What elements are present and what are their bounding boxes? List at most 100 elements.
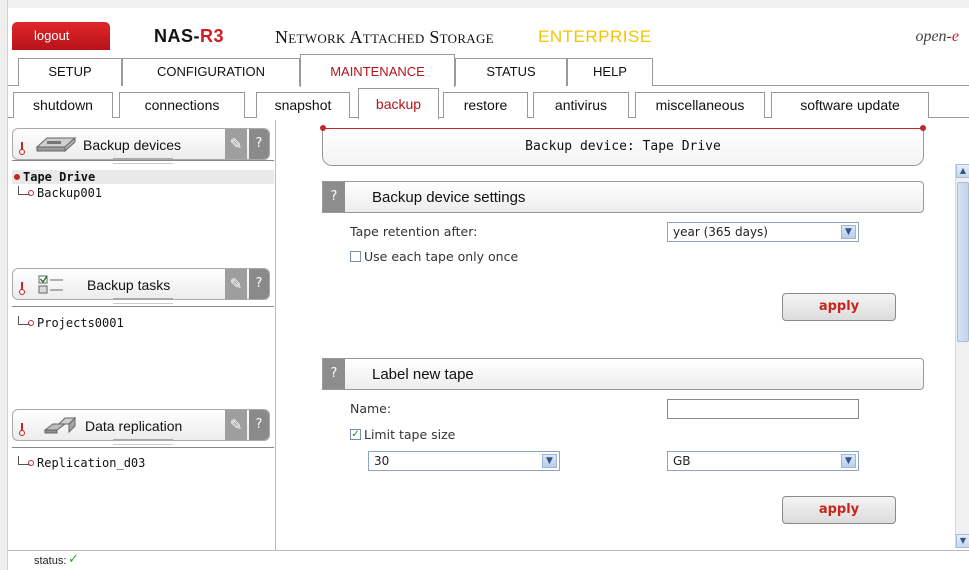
unit-value: GB bbox=[673, 454, 691, 468]
replication-icon bbox=[43, 416, 77, 434]
resize-grip[interactable] bbox=[113, 298, 173, 304]
device-title: Backup device: Tape Drive bbox=[525, 139, 721, 154]
subtab-miscellaneous[interactable]: miscellaneous bbox=[635, 92, 765, 118]
retention-label: Tape retention after: bbox=[350, 224, 478, 239]
once-label: Use each tape only once bbox=[364, 249, 519, 264]
tab-configuration[interactable]: CONFIGURATION bbox=[122, 58, 300, 86]
data-replication-header[interactable]: Data replication ✎ ? bbox=[12, 409, 270, 445]
tree-item-label: Projects0001 bbox=[37, 316, 124, 330]
subtab-connections[interactable]: connections bbox=[119, 92, 245, 118]
backup-tasks-title: Backup tasks bbox=[87, 277, 171, 293]
settings-apply-button[interactable]: apply bbox=[782, 293, 896, 321]
vertical-scrollbar[interactable]: ▲ ▼ bbox=[955, 164, 969, 548]
label-panel-header: ? Label new tape bbox=[322, 358, 924, 390]
chevron-down-icon: ▼ bbox=[841, 454, 856, 468]
help-icon[interactable]: ? bbox=[323, 182, 345, 212]
status-label: status: bbox=[34, 555, 67, 567]
main-tabs: SETUP CONFIGURATION MAINTENANCE STATUS H… bbox=[8, 54, 969, 87]
tree-item-projects0001[interactable]: Projects0001 bbox=[18, 316, 124, 330]
tree-item-backup001[interactable]: Backup001 bbox=[18, 186, 102, 200]
subtab-antivirus[interactable]: antivirus bbox=[533, 92, 629, 118]
pin-icon bbox=[19, 282, 25, 295]
top-gutter bbox=[0, 0, 969, 8]
size-select[interactable]: 30 ▼ bbox=[368, 451, 560, 471]
product-edition: ENTERPRISE bbox=[538, 27, 652, 46]
label-apply-button[interactable]: apply bbox=[782, 496, 896, 524]
node-dot-icon bbox=[28, 190, 34, 196]
scroll-up-icon[interactable]: ▲ bbox=[956, 164, 969, 178]
sub-tabs: shutdown connections snapshot backup res… bbox=[8, 86, 969, 119]
tape-drive-icon bbox=[35, 136, 77, 153]
left-panel: Backup devices ✎ ? Tape Drive Backup001 … bbox=[8, 120, 276, 550]
corner-dot bbox=[320, 125, 326, 131]
subtab-software-update[interactable]: software update bbox=[771, 92, 929, 118]
tree-item-label: Backup001 bbox=[37, 186, 103, 200]
settings-panel-header: ? Backup device settings bbox=[322, 181, 924, 213]
name-input[interactable] bbox=[667, 399, 859, 419]
help-icon[interactable]: ? bbox=[249, 269, 269, 299]
wrench-icon[interactable]: ✎ bbox=[225, 410, 247, 440]
help-icon[interactable]: ? bbox=[323, 359, 345, 389]
header-accent-line bbox=[323, 128, 923, 129]
resize-grip[interactable] bbox=[113, 439, 173, 445]
tasks-icon bbox=[38, 275, 63, 294]
tab-maintenance[interactable]: MAINTENANCE bbox=[300, 54, 455, 87]
subtab-restore[interactable]: restore bbox=[443, 92, 528, 118]
scroll-down-icon[interactable]: ▼ bbox=[956, 534, 969, 548]
corner-dot bbox=[920, 125, 926, 131]
status-bar: status: ✓ bbox=[8, 550, 969, 570]
chevron-down-icon: ▼ bbox=[841, 225, 856, 239]
product-suffix: R3 bbox=[200, 26, 225, 46]
subtab-shutdown[interactable]: shutdown bbox=[13, 92, 113, 118]
label-panel-title: Label new tape bbox=[372, 366, 474, 383]
tab-setup[interactable]: SETUP bbox=[18, 58, 122, 86]
backup-tasks-header[interactable]: Backup tasks ✎ ? bbox=[12, 268, 270, 304]
data-replication-title: Data replication bbox=[85, 418, 183, 434]
device-title-header: Backup device: Tape Drive bbox=[320, 125, 926, 166]
brand-logo: open-e bbox=[915, 28, 959, 46]
divider bbox=[12, 306, 274, 307]
retention-select[interactable]: year (365 days) ▼ bbox=[667, 222, 859, 242]
retention-value: year (365 days) bbox=[673, 225, 768, 239]
node-dot-icon bbox=[28, 320, 34, 326]
brand-prefix: open- bbox=[915, 28, 952, 45]
product-name: NAS-R3 bbox=[154, 26, 224, 47]
pin-icon bbox=[19, 142, 25, 155]
tree-item-tape-drive[interactable]: Tape Drive bbox=[12, 170, 274, 184]
divider bbox=[12, 447, 274, 448]
help-icon[interactable]: ? bbox=[249, 129, 269, 159]
node-dot-icon bbox=[28, 460, 34, 466]
tab-status[interactable]: STATUS bbox=[455, 58, 567, 86]
logout-button[interactable]: logout bbox=[12, 22, 110, 50]
tree-item-label: Tape Drive bbox=[23, 170, 96, 184]
brand-suffix: e bbox=[951, 28, 959, 45]
left-gutter bbox=[0, 0, 8, 570]
pin-icon bbox=[19, 423, 25, 436]
tree-item-label: Replication_d03 bbox=[37, 456, 146, 470]
wrench-icon[interactable]: ✎ bbox=[225, 129, 247, 159]
tab-help[interactable]: HELP bbox=[567, 58, 653, 86]
product-subtitle: Network Attached Storage bbox=[275, 27, 494, 47]
once-checkbox[interactable] bbox=[350, 251, 361, 262]
subtab-snapshot[interactable]: snapshot bbox=[256, 92, 350, 118]
resize-grip[interactable] bbox=[113, 158, 173, 164]
check-icon: ✓ bbox=[68, 552, 79, 567]
limit-label: Limit tape size bbox=[364, 427, 456, 442]
backup-devices-title: Backup devices bbox=[83, 137, 182, 153]
size-value: 30 bbox=[374, 454, 390, 468]
main-content: Backup device: Tape Drive ? Backup devic… bbox=[278, 120, 955, 550]
name-label: Name: bbox=[350, 401, 392, 416]
wrench-icon[interactable]: ✎ bbox=[225, 269, 247, 299]
divider bbox=[12, 160, 274, 161]
tree-item-replication-d03[interactable]: Replication_d03 bbox=[18, 456, 145, 470]
product-prefix: NAS- bbox=[154, 26, 200, 46]
subtab-backup[interactable]: backup bbox=[358, 88, 439, 119]
node-dot-icon bbox=[14, 174, 20, 180]
limit-checkbox[interactable]: ✓ bbox=[350, 429, 361, 440]
backup-devices-header[interactable]: Backup devices ✎ ? bbox=[12, 128, 270, 164]
help-icon[interactable]: ? bbox=[249, 410, 269, 440]
scroll-thumb[interactable] bbox=[957, 182, 969, 342]
app-header: logout NAS-R3 Network Attached Storage E… bbox=[8, 12, 969, 52]
unit-select[interactable]: GB ▼ bbox=[667, 451, 859, 471]
chevron-down-icon: ▼ bbox=[542, 454, 557, 468]
